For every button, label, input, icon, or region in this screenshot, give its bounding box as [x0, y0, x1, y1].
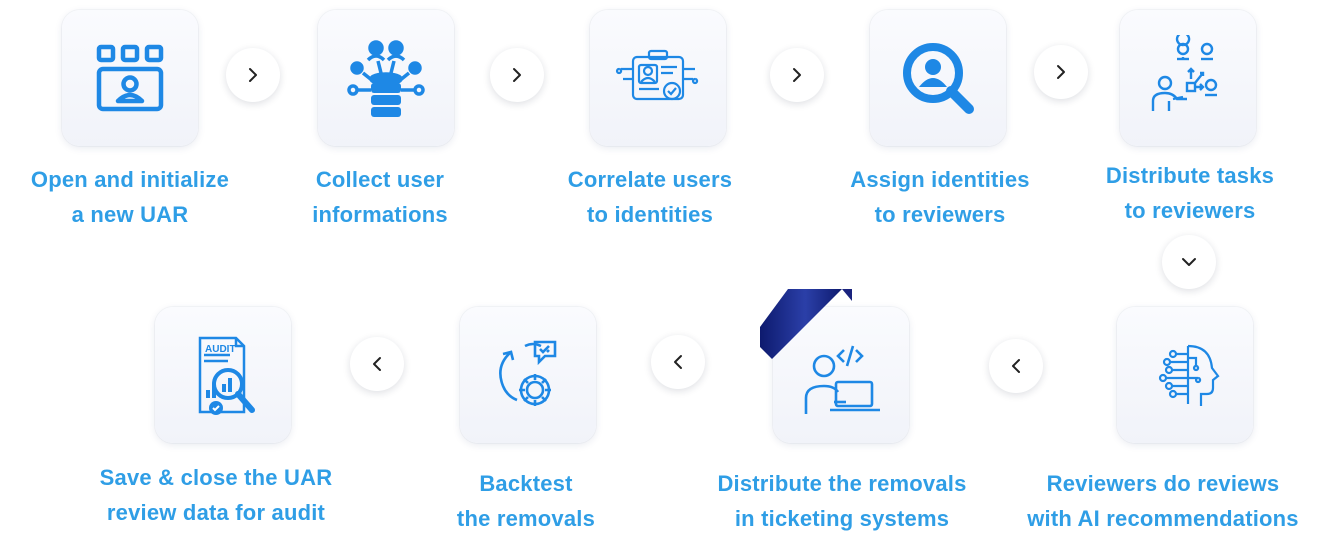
step-6-line-1: Reviewers do reviews — [1046, 471, 1280, 496]
video-grid-icon — [96, 44, 164, 112]
step-6-card — [1117, 307, 1253, 443]
step-5-label: Distribute tasks to reviewers — [1060, 158, 1320, 228]
step-4-line-1: Assign identities — [850, 167, 1030, 192]
step-5-line-1: Distribute tasks — [1105, 163, 1275, 188]
step-8-line-2: the removals — [456, 506, 596, 531]
database-users-icon — [347, 40, 425, 117]
audit-doc-text: AUDIT — [205, 344, 236, 355]
step-8-label: Backtest the removals — [396, 466, 656, 536]
step-2-card — [318, 10, 454, 146]
audit-report-icon: AUDIT — [198, 336, 255, 415]
task-distribution-icon — [1151, 35, 1218, 111]
step-2-line-1: Collect user — [315, 167, 445, 192]
chevron-right-icon — [249, 68, 257, 82]
step-3-line-1: Correlate users — [567, 167, 733, 192]
id-card-icon — [615, 49, 699, 101]
step-7-line-1: Distribute the removals — [717, 471, 967, 496]
step-1-card — [62, 10, 198, 146]
step-1-line-1: Open and initialize — [30, 167, 230, 192]
step-4-line-2: to reviewers — [874, 202, 1006, 227]
arrow-left-2[interactable] — [651, 335, 705, 389]
step-8-line-1: Backtest — [479, 471, 573, 496]
step-9-card: AUDIT — [155, 307, 291, 443]
step-6-line-2: with AI recommendations — [1027, 506, 1299, 531]
step-1-line-2: a new UAR — [71, 202, 189, 227]
chevron-right-icon — [1057, 65, 1065, 79]
ribbon-corner — [760, 289, 852, 359]
arrow-left-3[interactable] — [350, 337, 404, 391]
arrow-right-1[interactable] — [226, 48, 280, 102]
step-7-line-2: in ticketing systems — [734, 506, 950, 531]
step-4-label: Assign identities to reviewers — [810, 162, 1070, 232]
step-1-label: Open and initialize a new UAR — [0, 162, 260, 232]
arrow-right-3[interactable] — [770, 48, 824, 102]
step-9-label: Save & close the UAR review data for aud… — [86, 460, 346, 530]
chevron-right-icon — [513, 68, 521, 82]
chevron-left-icon — [373, 357, 381, 371]
step-3-label: Correlate users to identities — [520, 162, 780, 232]
chevron-left-icon — [1012, 359, 1020, 373]
ai-head-icon — [1158, 344, 1220, 406]
arrow-right-4[interactable] — [1034, 45, 1088, 99]
step-6-label: Reviewers do reviews with AI recommendat… — [996, 466, 1330, 536]
chevron-down-icon — [1182, 258, 1196, 266]
step-2-line-2: informations — [312, 202, 448, 227]
step-4-card — [870, 10, 1006, 146]
step-2-label: Collect user informations — [250, 162, 510, 232]
step-9-line-2: review data for audit — [106, 500, 326, 525]
step-5-line-2: to reviewers — [1124, 198, 1256, 223]
backtest-gear-icon — [499, 340, 557, 406]
chevron-left-icon — [674, 355, 682, 369]
arrow-down[interactable] — [1162, 235, 1216, 289]
chevron-right-icon — [793, 68, 801, 82]
step-3-card — [590, 10, 726, 146]
step-7-label: Distribute the removals in ticketing sys… — [682, 466, 1002, 536]
step-8-card — [460, 307, 596, 443]
step-5-card — [1120, 10, 1256, 146]
search-user-icon — [903, 43, 974, 114]
arrow-right-2[interactable] — [490, 48, 544, 102]
arrow-left-1[interactable] — [989, 339, 1043, 393]
step-9-line-1: Save & close the UAR — [99, 465, 333, 490]
step-3-line-2: to identities — [586, 202, 714, 227]
